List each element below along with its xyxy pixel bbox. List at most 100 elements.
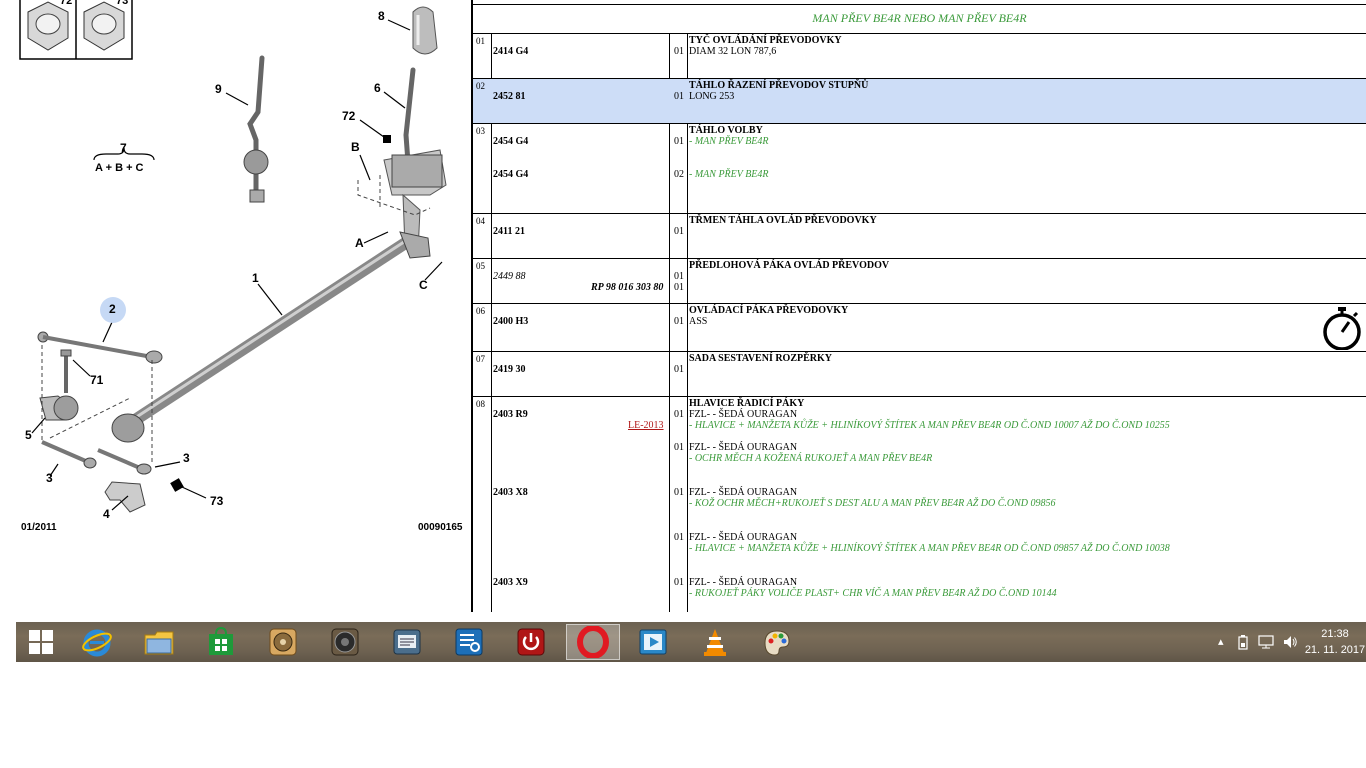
table-row[interactable]: 01 2414 G4 01 TYČ OVLÁDÁNÍ PŘEVODOVKY DI… [473, 34, 1366, 79]
part-title: HLAVICE ŘADICÍ PÁKY [689, 398, 805, 409]
table-row[interactable]: 06 2400 H3 01 OVLÁDACÍ PÁKA PŘEVODOVKY A… [473, 304, 1366, 352]
part-reference[interactable]: 2403 X9 [493, 577, 528, 588]
parts-diagram: 72 73 8 9 6 72 7 A + B + C B A C 1 2 71 … [0, 0, 471, 612]
table-row[interactable]: 07 2419 30 01 SADA SESTAVENÍ ROZPĚRKY [473, 352, 1366, 397]
stopwatch-icon[interactable] [1321, 306, 1363, 350]
vlc-icon [704, 629, 726, 656]
table-row[interactable]: 04 2411 21 01 TŘMEN TÁHLA OVLÁD PŘEVODOV… [473, 214, 1366, 259]
part-applicability: - HLAVICE + MANŽETA KŮŽE + HLINÍKOVÝ ŠTÍ… [689, 543, 1170, 554]
part-title: OVLÁDACÍ PÁKA PŘEVODOVKY [689, 305, 849, 316]
callout-72[interactable]: 72 [342, 109, 355, 123]
part-title: TÁHLO VOLBY [689, 125, 763, 136]
opera-icon [577, 626, 609, 658]
callout-9[interactable]: 9 [215, 82, 222, 96]
start-icon [29, 630, 53, 654]
taskbar-app-media[interactable] [634, 624, 672, 660]
internet-explorer-icon [82, 629, 112, 657]
taskbar-app-explorer[interactable] [140, 624, 178, 660]
taskbar-app-disk[interactable] [264, 624, 302, 660]
callout-7[interactable]: 7 [120, 141, 127, 155]
table-row-selected[interactable]: 02 2452 81 01 TÁHLO ŘAZENÍ PŘEVODOV STUP… [473, 79, 1366, 124]
row-number: 06 [476, 306, 485, 316]
quantity: 01 [674, 271, 684, 282]
callout-73[interactable]: 73 [210, 494, 223, 508]
taskbar-app-vlc[interactable] [696, 624, 734, 660]
taskbar: ▴ 21:38 21. 11. 2017 [16, 622, 1366, 662]
date-code: 01/2011 [21, 522, 57, 533]
part-reference[interactable]: 2449 88 [493, 271, 526, 282]
part-reference[interactable]: 2454 G4 [493, 169, 528, 180]
start-button[interactable] [22, 624, 60, 660]
callout-c[interactable]: C [419, 278, 428, 292]
callout-3-left[interactable]: 3 [46, 471, 53, 485]
callout-3-right[interactable]: 3 [183, 451, 190, 465]
taskbar-app-speaker[interactable] [326, 624, 364, 660]
taskbar-app-paint[interactable] [758, 624, 796, 660]
quantity: 01 [674, 409, 684, 420]
callout-6[interactable]: 6 [374, 81, 381, 95]
file-explorer-icon [144, 631, 174, 655]
quantity: 01 [674, 364, 684, 375]
quantity: 02 [674, 169, 684, 180]
part-title: TŘMEN TÁHLA OVLÁD PŘEVODOVKY [689, 215, 877, 226]
part-reference[interactable]: 2403 X8 [493, 487, 528, 498]
variant-link[interactable]: LE-2013 [628, 420, 664, 431]
part-applicability: - MAN PŘEV BE4R [689, 169, 769, 180]
callout-73-top: 73 [116, 0, 129, 7]
gear-knob-part [412, 6, 438, 55]
callout-a[interactable]: A [355, 236, 364, 250]
callout-5[interactable]: 5 [25, 428, 32, 442]
part-reference[interactable]: 2411 21 [493, 226, 525, 237]
callout-4[interactable]: 4 [103, 507, 110, 521]
disk-utility-icon [269, 628, 297, 656]
part-applicability: - KOŽ OCHR MĚCH+RUKOJEŤ S DEST ALU A MAN… [689, 498, 1056, 509]
media-player-icon [639, 629, 667, 655]
clock[interactable]: 21:38 21. 11. 2017 [1304, 626, 1366, 658]
taskbar-app-ie[interactable] [78, 624, 116, 660]
power-app-icon [517, 628, 545, 656]
part-reference[interactable]: 2454 G4 [493, 136, 528, 147]
part-applicability: - OCHR MĚCH A KOŽENÁ RUKOJEŤ A MAN PŘEV … [689, 453, 933, 464]
callout-8[interactable]: 8 [378, 9, 385, 23]
taskbar-app-opera[interactable] [566, 624, 620, 660]
quantity: 01 [674, 282, 684, 293]
small-rod-part [41, 440, 152, 475]
row-number: 08 [476, 399, 485, 409]
part-reference[interactable]: 2414 G4 [493, 46, 528, 57]
taskbar-app-store[interactable] [202, 624, 240, 660]
part-reference[interactable]: 2419 30 [493, 364, 526, 375]
part-reference[interactable]: 2452 81 [493, 91, 526, 102]
callout-b[interactable]: B [351, 140, 360, 154]
callout-71[interactable]: 71 [90, 373, 103, 387]
callout-2[interactable]: 2 [109, 302, 116, 316]
part-reference[interactable]: 2403 R9 [493, 409, 528, 420]
row-number: 05 [476, 261, 485, 271]
show-hidden-icons-icon[interactable]: ▴ [1218, 635, 1224, 648]
table-row[interactable]: 05 2449 88 01 PŘEDLOHOVÁ PÁKA OVLÁD PŘEV… [473, 259, 1366, 304]
part-applicability: - RUKOJEŤ PÁKY VOLIČE PLAST+ CHR VÍČ A M… [689, 588, 1057, 599]
taskbar-app-power[interactable] [512, 624, 550, 660]
replacement-reference[interactable]: RP 98 016 303 80 [591, 282, 663, 293]
bolt-part [60, 349, 72, 393]
table-row[interactable]: 08 2403 R9 LE-2013 HLAVICE ŘADICÍ PÁKY 0… [473, 397, 1366, 612]
row-number: 07 [476, 354, 485, 364]
network-icon[interactable] [1258, 634, 1274, 650]
settings-app-icon [455, 628, 483, 656]
quantity: 01 [674, 532, 684, 543]
taskbar-app-settings[interactable] [450, 624, 488, 660]
clock-time: 21:38 [1321, 628, 1349, 640]
quantity: 01 [674, 136, 684, 147]
row-number: 03 [476, 126, 485, 136]
store-icon [209, 627, 233, 655]
taskbar-app-document[interactable] [388, 624, 426, 660]
part-reference[interactable]: 2400 H3 [493, 316, 528, 327]
battery-icon[interactable] [1236, 634, 1250, 650]
part-spec: DIAM 32 LON 787,6 [689, 46, 777, 57]
row-number: 01 [476, 36, 485, 46]
table-row[interactable]: 03 2454 G4 01 TÁHLO VOLBY - MAN PŘEV BE4… [473, 124, 1366, 214]
parts-table: MAN PŘEV BE4R NEBO MAN PŘEV BE4R 01 2414… [473, 0, 1366, 612]
callout-1[interactable]: 1 [252, 271, 259, 285]
variant-label: FZL- - ŠEDÁ OURAGAN [689, 442, 798, 453]
quantity: 01 [674, 226, 684, 237]
volume-icon[interactable] [1282, 634, 1298, 650]
